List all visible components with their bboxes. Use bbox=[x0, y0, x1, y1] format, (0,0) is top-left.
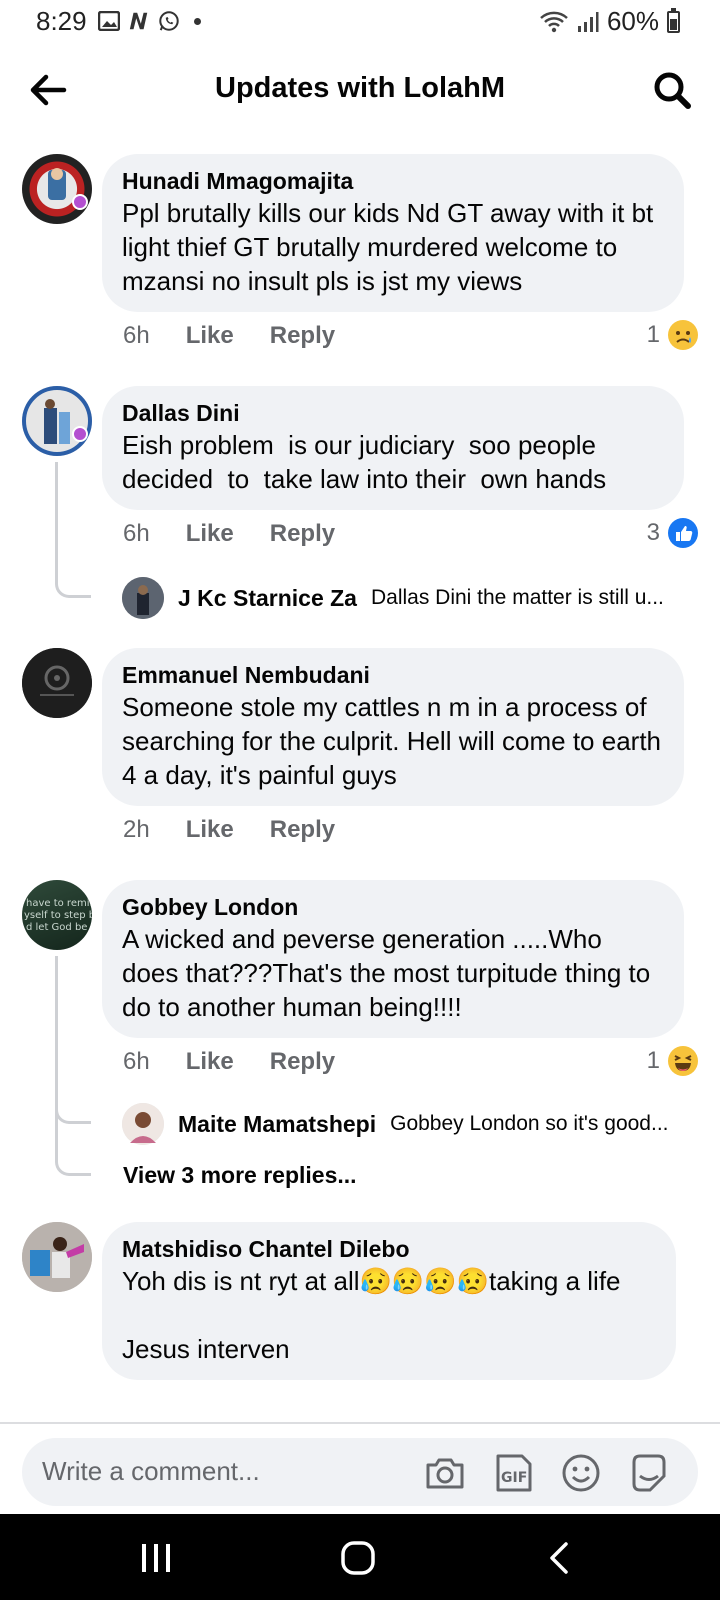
like-button[interactable]: Like bbox=[186, 1048, 234, 1076]
reply-preview[interactable]: J Kc Starnice Za Dallas Dini the matter … bbox=[122, 576, 698, 620]
comment-author[interactable]: Emmanuel Nembudani bbox=[122, 660, 664, 690]
reaction-count: 3 bbox=[646, 519, 660, 546]
comment-text: Yoh dis is nt ryt at all😥😥😥😥taking a lif… bbox=[122, 1266, 621, 1364]
svg-text:yself to step bc: yself to step bc bbox=[24, 910, 92, 921]
reaction-count: 1 bbox=[646, 321, 660, 348]
status-time: 8:29 bbox=[36, 6, 87, 36]
comment-composer: GIF bbox=[0, 1422, 720, 1514]
avatar[interactable] bbox=[22, 386, 92, 456]
thread-connector bbox=[55, 462, 91, 598]
reaction-summary[interactable]: 1 bbox=[647, 320, 698, 350]
system-icons: 60% bbox=[539, 6, 680, 37]
sad-icon bbox=[668, 320, 698, 350]
battery-percent: 60% bbox=[606, 6, 659, 36]
like-button[interactable]: Like bbox=[186, 322, 234, 350]
reply-text: Dallas Dini the matter is still u... bbox=[370, 586, 664, 609]
comment-bubble: Dallas Dini Eish problem is our judiciar… bbox=[102, 386, 684, 510]
view-more-replies-link[interactable]: View 3 more replies... bbox=[123, 1162, 357, 1189]
recent-apps-icon[interactable] bbox=[134, 1536, 178, 1580]
notification-icons bbox=[98, 10, 201, 32]
comments-feed[interactable]: Hunadi Mmagomajita Ppl brutally kills ou… bbox=[0, 140, 720, 1422]
camera-icon[interactable] bbox=[424, 1452, 466, 1494]
comment-time: 6h bbox=[123, 520, 150, 547]
comment-time: 6h bbox=[123, 1048, 150, 1075]
reply-text: Gobbey London so it's good... bbox=[390, 1112, 669, 1135]
reaction-summary[interactable]: 1 bbox=[647, 1046, 698, 1076]
comment-bubble: Matshidiso Chantel Dilebo Yoh dis is nt … bbox=[102, 1222, 676, 1380]
more-notifications-dot bbox=[194, 17, 201, 25]
reply-button[interactable]: Reply bbox=[270, 520, 335, 548]
battery-icon bbox=[667, 7, 680, 33]
comment-text: Ppl brutally kills our kids Nd GT away w… bbox=[122, 198, 661, 296]
reaction-count: 1 bbox=[646, 1047, 660, 1074]
back-icon[interactable] bbox=[538, 1536, 582, 1580]
gif-icon[interactable]: GIF bbox=[492, 1452, 534, 1494]
reply-preview[interactable]: Maite Mamatshepi Gobbey London so it's g… bbox=[122, 1102, 698, 1146]
comment-actions: 6h Like Reply bbox=[123, 322, 335, 350]
system-nav-bar bbox=[0, 1514, 720, 1600]
comment-bubble: Hunadi Mmagomajita Ppl brutally kills ou… bbox=[102, 154, 684, 312]
comment-actions: 2h Like Reply bbox=[123, 816, 335, 844]
reply-button[interactable]: Reply bbox=[270, 322, 335, 350]
comment-author[interactable]: Hunadi Mmagomajita bbox=[122, 166, 664, 196]
like-icon bbox=[668, 518, 698, 548]
comment-actions: 6h Like Reply bbox=[123, 520, 335, 548]
reply-avatar[interactable] bbox=[122, 577, 164, 619]
comment-text: Eish problem is our judiciary soo people… bbox=[122, 430, 607, 494]
thread-connector bbox=[55, 956, 91, 1176]
svg-text:d let God be G: d let God be G bbox=[26, 922, 92, 933]
status-bar: 8:29 60% bbox=[0, 0, 720, 44]
avatar[interactable] bbox=[22, 648, 92, 718]
comment-text: A wicked and peverse generation .....Who… bbox=[122, 924, 658, 1022]
home-icon[interactable] bbox=[336, 1536, 380, 1580]
page-title: Updates with LolahM bbox=[215, 72, 505, 104]
reaction-summary[interactable]: 3 bbox=[647, 518, 698, 548]
comment-text: Someone stole my cattles n m in a proces… bbox=[122, 692, 669, 790]
app-header: Updates with LolahM bbox=[0, 52, 720, 132]
composer-box[interactable]: GIF bbox=[22, 1438, 698, 1506]
svg-text:GIF: GIF bbox=[501, 1470, 527, 1486]
sticker-icon[interactable] bbox=[628, 1452, 670, 1494]
reply-avatar[interactable] bbox=[122, 1103, 164, 1145]
like-button[interactable]: Like bbox=[186, 520, 234, 548]
reply-button[interactable]: Reply bbox=[270, 1048, 335, 1076]
reply-button[interactable]: Reply bbox=[270, 816, 335, 844]
avatar[interactable]: have to reminyself to step bcd let God b… bbox=[22, 880, 92, 950]
comment-input[interactable] bbox=[42, 1456, 402, 1487]
avatar[interactable] bbox=[22, 154, 92, 224]
wifi-icon bbox=[540, 11, 568, 32]
n-app-icon bbox=[128, 10, 150, 32]
like-button[interactable]: Like bbox=[186, 816, 234, 844]
comment-time: 6h bbox=[123, 322, 150, 349]
comment-actions: 6h Like Reply bbox=[123, 1048, 335, 1076]
avatar[interactable] bbox=[22, 1222, 92, 1292]
comment-bubble: Gobbey London A wicked and peverse gener… bbox=[102, 880, 684, 1038]
search-icon[interactable] bbox=[650, 68, 694, 112]
comment-author[interactable]: Matshidiso Chantel Dilebo bbox=[122, 1234, 656, 1264]
signal-icon bbox=[577, 11, 599, 32]
comment-author[interactable]: Gobbey London bbox=[122, 892, 664, 922]
whatsapp-icon bbox=[158, 10, 180, 32]
reply-author[interactable]: J Kc Starnice Za bbox=[178, 585, 357, 612]
haha-icon bbox=[668, 1046, 698, 1076]
comment-bubble: Emmanuel Nembudani Someone stole my catt… bbox=[102, 648, 684, 806]
svg-text:have to remin: have to remin bbox=[26, 898, 92, 909]
comment-author[interactable]: Dallas Dini bbox=[122, 398, 664, 428]
gallery-icon bbox=[98, 10, 120, 32]
reply-author[interactable]: Maite Mamatshepi bbox=[178, 1111, 376, 1138]
comment-time: 2h bbox=[123, 816, 150, 843]
emoji-icon[interactable] bbox=[560, 1452, 602, 1494]
